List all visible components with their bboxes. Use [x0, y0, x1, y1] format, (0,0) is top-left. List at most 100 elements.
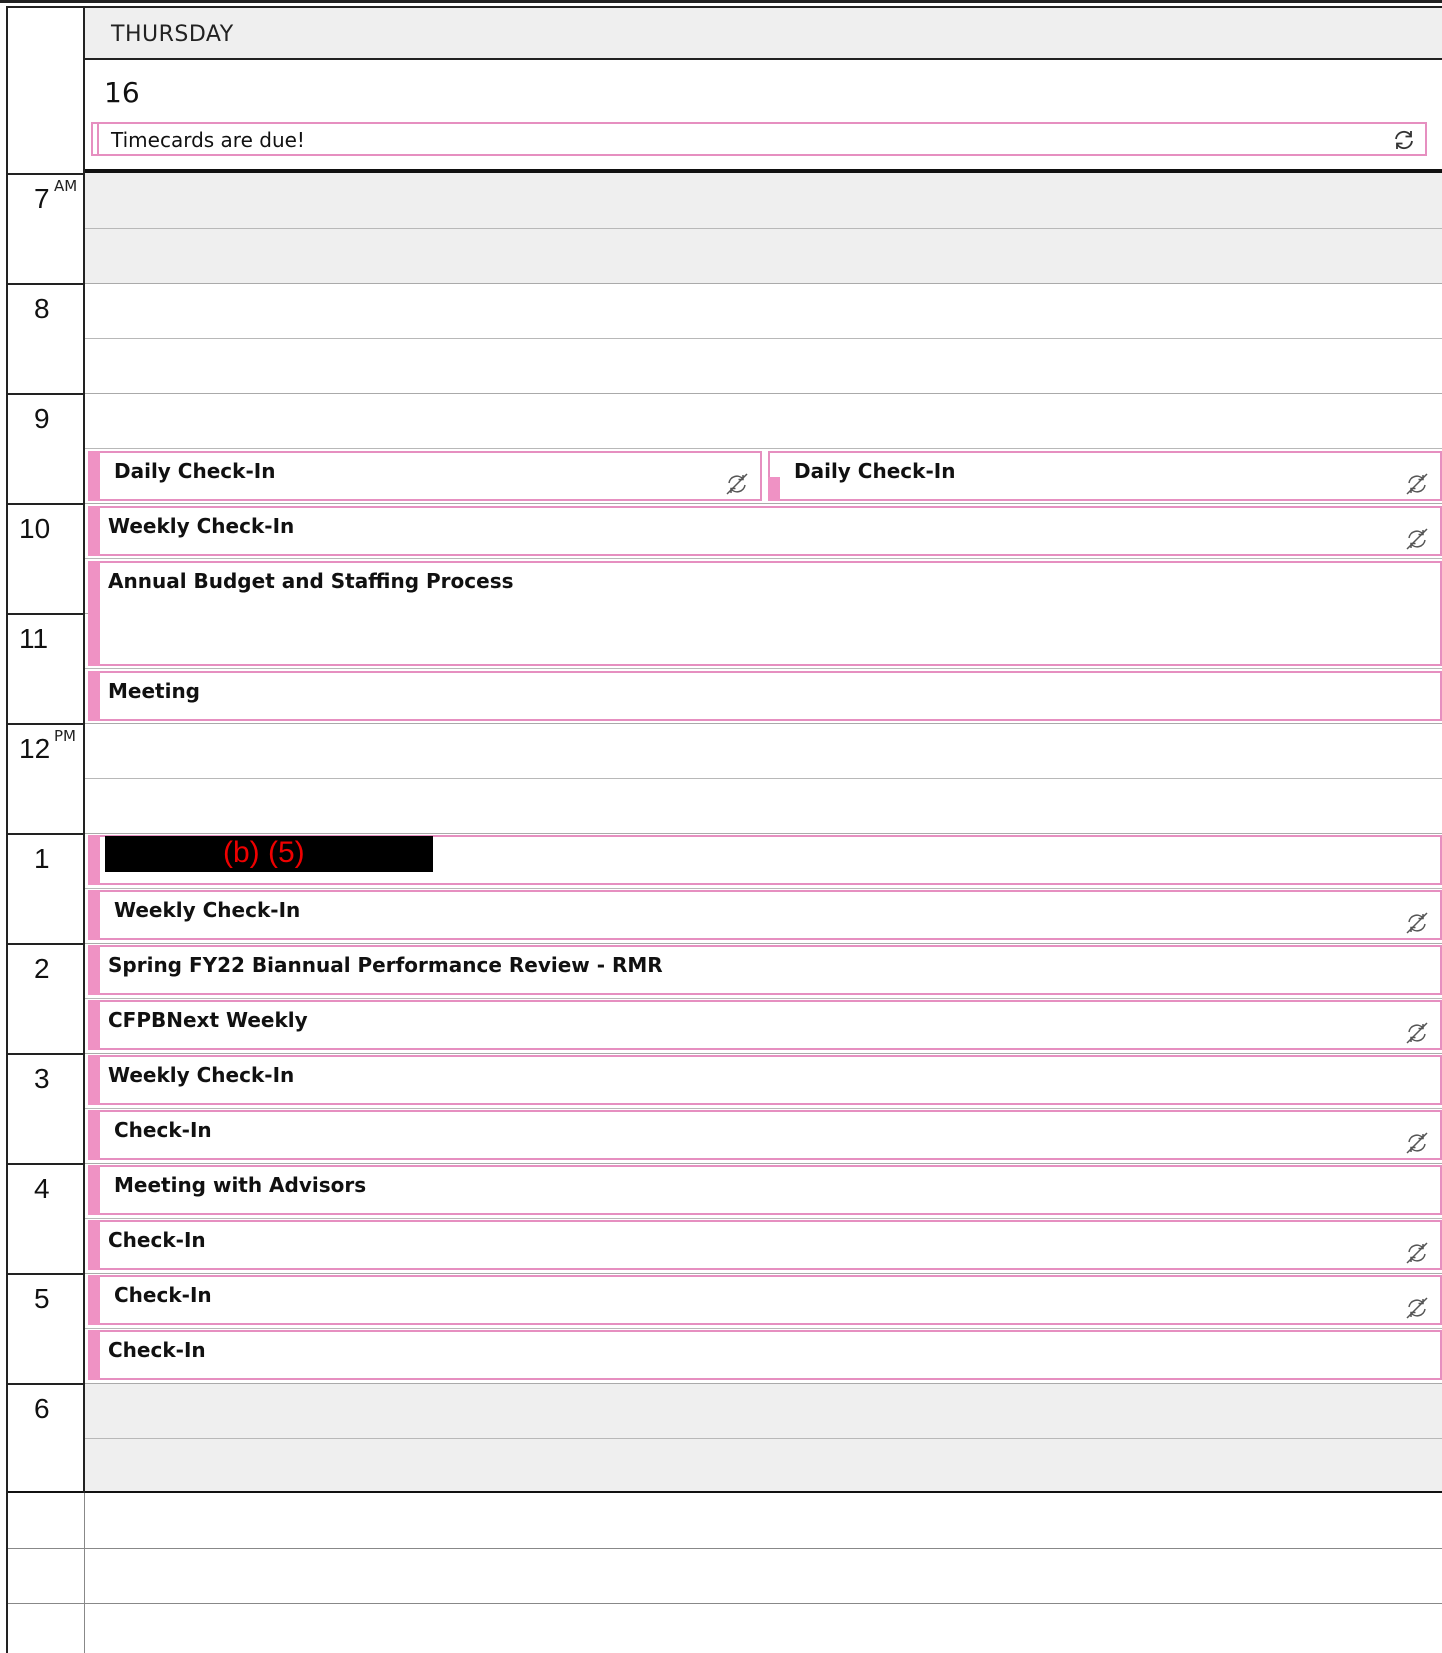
- event-title: CFPBNext Weekly: [108, 1008, 308, 1032]
- event-color-bar: [88, 1220, 100, 1270]
- half-hour-line: [85, 778, 1442, 779]
- gutter-hour-line: [8, 613, 84, 615]
- event-color-bar: [88, 1165, 100, 1215]
- event-title: Spring FY22 Biannual Performance Review …: [108, 953, 663, 977]
- event-title: Check-In: [108, 1338, 206, 1362]
- recurrence-exception-icon: [1406, 1297, 1428, 1319]
- hour-line: [85, 503, 1442, 504]
- event-weekly-check-in-1[interactable]: Weekly Check-In: [88, 506, 1442, 556]
- gutter-hour-line: [8, 723, 84, 725]
- recurrence-exception-icon: [1406, 1242, 1428, 1264]
- all-day-event-stripe: [97, 124, 99, 154]
- hour-line: [85, 1273, 1442, 1274]
- event-daily-check-in-1[interactable]: Daily Check-In: [88, 451, 762, 501]
- recurrence-exception-icon: [1406, 1132, 1428, 1154]
- gutter-hour-line: [8, 1273, 84, 1275]
- half-hour-line: [85, 1328, 1442, 1329]
- event-color-bar: [88, 1275, 100, 1325]
- event-check-in-4[interactable]: Check-In: [88, 1330, 1442, 1380]
- half-hour-line: [85, 668, 1442, 669]
- half-hour-line: [85, 1108, 1442, 1109]
- event-annual-budget[interactable]: Annual Budget and Staffing Process: [88, 561, 1442, 666]
- event-color-bar: [88, 1000, 100, 1050]
- hour-line: [85, 283, 1442, 284]
- event-performance-review[interactable]: Spring FY22 Biannual Performance Review …: [88, 945, 1442, 995]
- event-title: Check-In: [114, 1283, 212, 1307]
- event-check-in-3[interactable]: Check-In: [88, 1275, 1442, 1325]
- recurrence-exception-icon: [726, 473, 748, 495]
- event-color-bar: [88, 1110, 100, 1160]
- event-color-bar: [88, 506, 100, 556]
- all-day-event-title: Timecards are due!: [111, 128, 305, 152]
- recurrence-exception-icon: [1406, 473, 1428, 495]
- gutter-hour-line: [8, 1163, 84, 1165]
- half-hour-line: [85, 1438, 1442, 1439]
- top-border: [0, 0, 1442, 3]
- event-color-bar: [88, 945, 100, 995]
- event-color-bar: [88, 671, 100, 721]
- day-header[interactable]: THURSDAY: [85, 8, 1442, 60]
- event-color-bar: [88, 835, 100, 885]
- hour-line: [85, 393, 1442, 394]
- half-hour-line: [85, 558, 1442, 559]
- event-check-in-1[interactable]: Check-In: [88, 1110, 1442, 1160]
- event-title: Check-In: [108, 1228, 206, 1252]
- empty-row-line: [8, 1603, 1442, 1604]
- left-border: [6, 6, 8, 1653]
- hour-line: [85, 1383, 1442, 1384]
- event-meeting-with-advisors[interactable]: Meeting with Advisors: [88, 1165, 1442, 1215]
- half-hour-line: [85, 888, 1442, 889]
- event-title: Weekly Check-In: [108, 1063, 295, 1087]
- event-cfpbnext-weekly[interactable]: CFPBNext Weekly: [88, 1000, 1442, 1050]
- event-title: Daily Check-In: [794, 459, 956, 483]
- gutter-hour-line: [8, 393, 84, 395]
- event-daily-check-in-2[interactable]: Daily Check-In: [768, 451, 1442, 501]
- time-label: 8: [34, 293, 50, 324]
- half-hour-line: [85, 448, 1442, 449]
- recurrence-exception-icon: [1406, 912, 1428, 934]
- hour-line: [85, 1163, 1442, 1164]
- gutter-hour-line: [8, 1383, 84, 1385]
- event-meeting[interactable]: Meeting: [88, 671, 1442, 721]
- time-label: 12: [19, 733, 51, 764]
- event-weekly-check-in-2[interactable]: Weekly Check-In: [88, 890, 1442, 940]
- event-title: Check-In: [114, 1118, 212, 1142]
- half-hour-line: [85, 1218, 1442, 1219]
- event-title: Meeting with Advisors: [114, 1173, 367, 1197]
- day-number[interactable]: 16: [104, 76, 140, 109]
- time-label: 11: [19, 623, 49, 654]
- event-check-in-2[interactable]: Check-In: [88, 1220, 1442, 1270]
- event-title: Weekly Check-In: [114, 898, 301, 922]
- event-weekly-check-in-3[interactable]: Weekly Check-In: [88, 1055, 1442, 1105]
- recurrence-exception-icon: [1406, 1022, 1428, 1044]
- gutter-hour-line: [8, 173, 84, 175]
- event-title: Weekly Check-In: [108, 514, 295, 538]
- hour-line: [85, 1053, 1442, 1054]
- redaction-label: (b) (5): [223, 836, 305, 869]
- day-bottom-border: [8, 1491, 1442, 1493]
- time-label: 4: [34, 1173, 50, 1204]
- gutter-hour-line: [8, 283, 84, 285]
- recurrence-exception-icon: [1406, 528, 1428, 550]
- time-gutter-border: [83, 8, 85, 1493]
- hour-line: [85, 833, 1442, 834]
- event-title: Daily Check-In: [114, 459, 276, 483]
- time-label: 3: [34, 1063, 50, 1094]
- time-label: 6: [34, 1393, 50, 1424]
- ampm-label: PM: [54, 727, 76, 745]
- event-title: Meeting: [108, 679, 201, 703]
- gutter-hour-line: [8, 833, 84, 835]
- all-day-event[interactable]: Timecards are due!: [91, 122, 1427, 156]
- hour-line: [85, 943, 1442, 944]
- event-color-bar: [88, 451, 100, 501]
- time-label: 2: [34, 953, 50, 984]
- time-label: 10: [19, 513, 51, 544]
- gutter-hour-line: [8, 943, 84, 945]
- event-color-bar: [88, 890, 100, 940]
- time-label: 7: [34, 183, 50, 214]
- redaction-box: (b) (5): [105, 836, 433, 872]
- half-hour-line: [85, 998, 1442, 999]
- event-color-bar: [88, 561, 100, 666]
- hour-line: [85, 723, 1442, 724]
- time-gutter-border-lower: [84, 1493, 85, 1653]
